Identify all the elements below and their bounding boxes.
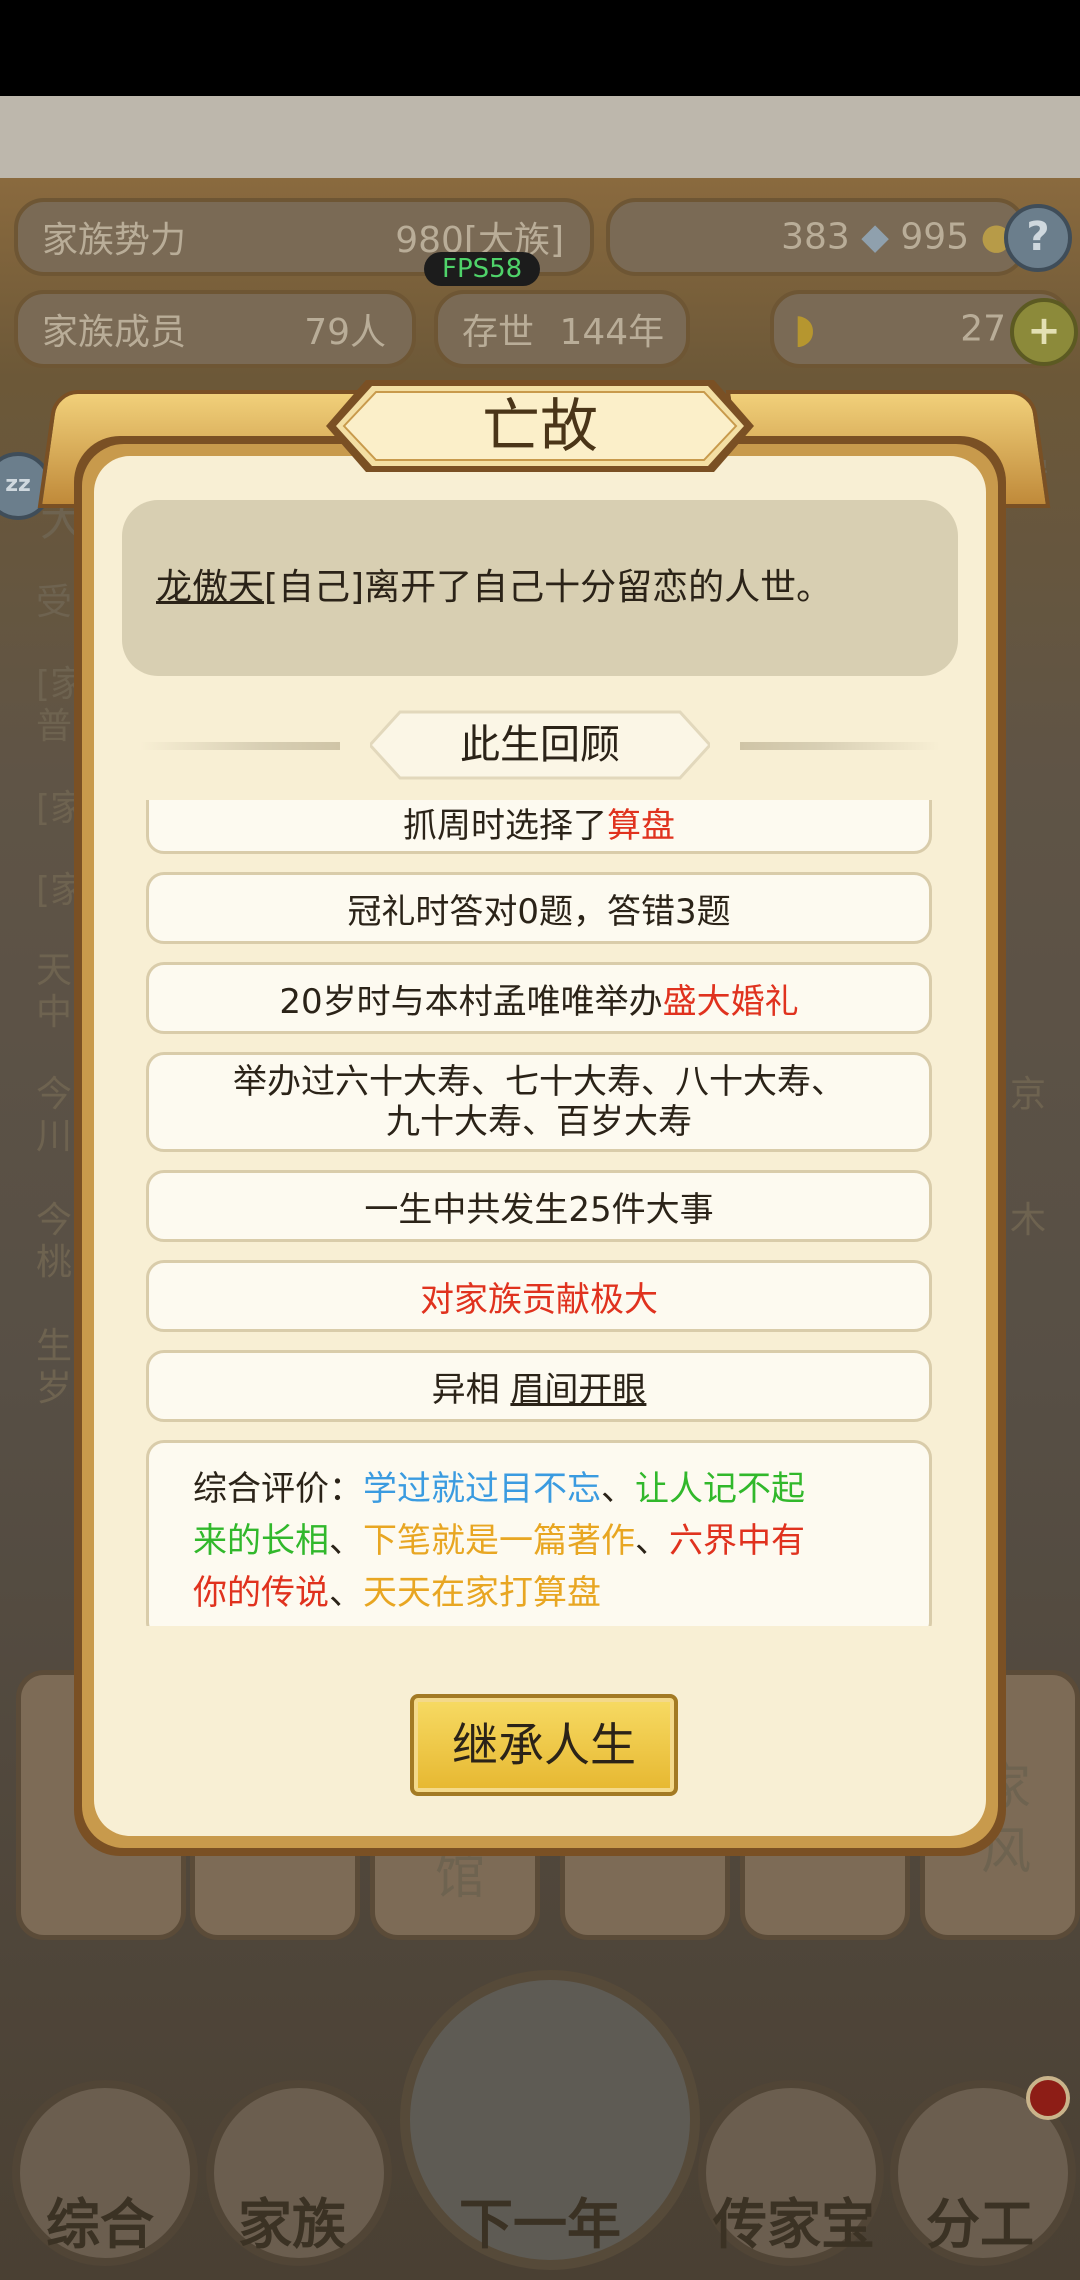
help-button[interactable]: ?: [1004, 204, 1072, 272]
silver-icon: ◆: [861, 216, 889, 258]
alive-years-stat: 存世 144年: [434, 290, 690, 368]
copper-count: 995: [900, 216, 970, 258]
fps-counter: FPS58: [424, 252, 541, 286]
eval-trait-5: 天天在家打算盘: [363, 1573, 601, 1613]
death-message-box: 龙傲天[自己]离开了自己十分留恋的人世。: [122, 500, 958, 676]
birthdays-line-2: 九十大寿、百岁大寿: [386, 1102, 692, 1142]
eval-trait-3: 下笔就是一篇著作: [363, 1521, 635, 1561]
eval-trait-2b: 来的长相: [193, 1521, 329, 1561]
review-item-zhuazhou: 抓周时选择了算盘: [146, 800, 932, 854]
status-bar: [0, 0, 1080, 96]
eval-trait-4a: 六界中有: [669, 1521, 805, 1561]
gold-value: 27: [960, 308, 1006, 350]
top-strip: [0, 96, 1080, 178]
yixiang-link[interactable]: 眉间开眼: [510, 1370, 646, 1410]
section-title: 此生回顾: [460, 722, 620, 768]
family-members-label: 家族成员: [42, 312, 187, 353]
person-name-link[interactable]: 龙傲天: [156, 567, 264, 608]
nav-family-label[interactable]: 家族: [192, 2180, 392, 2259]
family-members-value: 79人: [304, 312, 386, 353]
bg-text-5: 天 中: [36, 950, 73, 1033]
nav-general-label[interactable]: 综合: [0, 2180, 200, 2259]
guanli-text: 冠礼时答对0题，答错3题: [347, 891, 731, 932]
alive-value: 144年: [559, 312, 665, 353]
bg-text-right-0: 京: [1010, 1074, 1047, 1115]
inherit-life-button[interactable]: 继承人生: [410, 1694, 678, 1796]
review-item-evaluation: 综合评价：学过就过目不忘、让人记不起 来的长相、下笔就是一篇著作、六界中有 你的…: [146, 1440, 932, 1626]
alive-label: 存世: [462, 312, 535, 353]
nav-next-year-label[interactable]: 下一年: [420, 2180, 660, 2259]
marriage-text: 20岁时与本村孟唯唯举办: [279, 981, 663, 1022]
marriage-event: 盛大婚礼: [662, 981, 799, 1022]
bg-text-7: 今 桃: [36, 1200, 73, 1283]
eval-trait-2a: 让人记不起: [635, 1469, 805, 1509]
section-divider-right: [740, 742, 940, 750]
review-item-guanli: 冠礼时答对0题，答错3题: [146, 872, 932, 944]
review-item-contribution: 对家族贡献极大: [146, 1260, 932, 1332]
bg-text-8: 生 岁: [36, 1326, 73, 1409]
nav-heirloom-label[interactable]: 传家宝: [684, 2180, 904, 2259]
bg-text-6: 今 川: [36, 1074, 73, 1157]
family-members-stat: 家族成员 79人: [14, 290, 416, 368]
yixiang-label: 异相: [431, 1369, 500, 1410]
zhuazhou-item: 算盘: [607, 805, 675, 846]
nav-division-label[interactable]: 分工: [880, 2180, 1080, 2259]
zhuazhou-text: 抓周时选择了: [403, 805, 607, 846]
eval-label: 综合评价：: [193, 1469, 363, 1509]
review-item-events: 一生中共发生25件大事: [146, 1170, 932, 1242]
review-item-birthdays: 举办过六十大寿、七十大寿、八十大寿、 九十大寿、百岁大寿: [146, 1052, 932, 1152]
death-message: 龙傲天[自己]离开了自己十分留恋的人世。: [156, 500, 832, 676]
bg-text-right-1: 木: [1010, 1200, 1047, 1241]
life-review-list[interactable]: 抓周时选择了算盘 冠礼时答对0题，答错3题 20岁时与本村孟唯唯举办盛大婚礼 举…: [144, 800, 936, 1626]
events-text: 一生中共发生25件大事: [364, 1189, 714, 1230]
death-message-rest: [自己]离开了自己十分留恋的人世。: [264, 567, 833, 608]
family-power-label: 家族势力: [42, 220, 187, 261]
eval-trait-1: 学过就过目不忘: [363, 1469, 601, 1509]
currency-stat: 383 ◆ 995 ●: [606, 198, 1026, 276]
gold-ingot-icon: ◗: [794, 306, 816, 352]
silver-count: 383: [781, 216, 850, 258]
notification-dot: [1026, 2076, 1070, 2120]
dialog-title: 亡故: [481, 392, 598, 460]
review-item-marriage: 20岁时与本村孟唯唯举办盛大婚礼: [146, 962, 932, 1034]
section-divider-left: [140, 742, 340, 750]
review-item-yixiang: 异相 眉间开眼: [146, 1350, 932, 1422]
bg-card-3-label: 馆: [435, 1847, 485, 1905]
eval-trait-4b: 你的传说: [193, 1573, 329, 1613]
add-gold-button[interactable]: +: [1010, 298, 1078, 366]
contribution-text: 对家族贡献极大: [420, 1279, 658, 1320]
birthdays-line-1: 举办过六十大寿、七十大寿、八十大寿、: [233, 1062, 845, 1102]
bg-text-1: 受: [36, 582, 73, 623]
